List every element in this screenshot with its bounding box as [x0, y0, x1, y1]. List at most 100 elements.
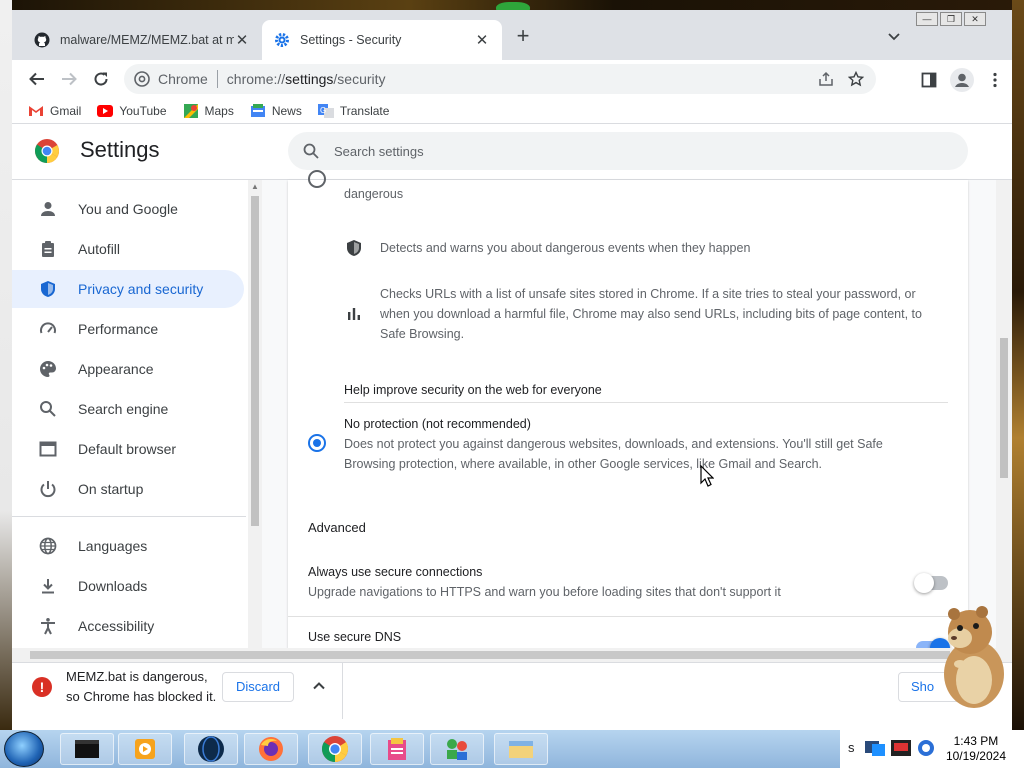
desktop-background-left	[0, 0, 12, 730]
github-icon	[34, 32, 50, 48]
omnibox-url: chrome://settings/security	[226, 71, 386, 87]
clock-date: 10/19/2024	[945, 749, 1006, 763]
divider	[288, 616, 968, 617]
taskbar-app-terminal[interactable]	[60, 733, 114, 765]
profile-avatar-icon[interactable]	[950, 68, 974, 95]
taskbar-app-globe[interactable]	[184, 733, 238, 765]
side-panel-icon[interactable]	[920, 71, 938, 92]
share-icon[interactable]	[818, 71, 834, 90]
power-icon	[38, 479, 58, 499]
taskbar-app-users[interactable]	[430, 733, 484, 765]
nav-on-startup[interactable]: On startup	[12, 470, 244, 508]
horizontal-scrollbar-thumb[interactable]	[30, 651, 950, 659]
gmail-icon	[28, 104, 44, 118]
bookmark-youtube[interactable]: YouTube	[97, 104, 167, 118]
bookmark-translate[interactable]: G Translate	[317, 103, 389, 118]
taskbar-app-firefox[interactable]	[244, 733, 298, 765]
checks-urls-line3: Safe Browsing.	[380, 327, 465, 341]
tray-network-icon[interactable]	[864, 738, 886, 758]
tab-title: Settings - Security	[300, 33, 402, 47]
hamster-image	[938, 604, 1008, 710]
bookmark-gmail[interactable]: Gmail	[28, 104, 81, 118]
news-icon	[250, 103, 266, 118]
back-arrow-icon[interactable]	[26, 68, 48, 90]
tab-search-chevron-icon[interactable]	[886, 28, 902, 44]
taskbar-app-chrome[interactable]	[308, 733, 362, 765]
bookmark-star-icon[interactable]	[847, 70, 865, 90]
taskbar-app-explorer[interactable]	[494, 733, 548, 765]
nav-default-browser[interactable]: Default browser	[12, 430, 244, 468]
secure-connections-toggle[interactable]	[914, 573, 948, 593]
nav-performance[interactable]: Performance	[12, 310, 244, 348]
nav-autofill[interactable]: Autofill	[12, 230, 244, 268]
globe-icon	[38, 536, 58, 556]
menu-dots-icon[interactable]	[986, 71, 1004, 92]
chrome-window: malware/MEMZ/MEMZ.bat at m ✕ Settings - …	[12, 10, 1012, 730]
omnibox-origin: Chrome	[158, 71, 208, 87]
minimize-button[interactable]: —	[916, 12, 938, 26]
settings-page: Settings Search settings You and Google …	[12, 124, 1012, 658]
mouse-cursor-icon	[700, 464, 715, 487]
checks-urls-line1: Checks URLs with a list of unsafe sites …	[380, 287, 916, 301]
gear-icon	[274, 32, 290, 48]
tray-partial-text: s	[848, 740, 855, 755]
search-settings-input[interactable]: Search settings	[288, 132, 968, 170]
standard-protection-radio[interactable]	[308, 170, 326, 188]
settings-content: dangerous Detects and warns you about da…	[262, 170, 1012, 658]
tab-title: malware/MEMZ/MEMZ.bat at m	[60, 33, 234, 47]
secure-connections-desc: Upgrade navigations to HTTPS and warn yo…	[308, 585, 781, 599]
discard-button[interactable]: Discard	[222, 672, 294, 702]
close-tab-icon[interactable]: ✕	[474, 32, 490, 49]
nav-you-and-google[interactable]: You and Google	[12, 190, 244, 228]
system-tray: s 1:43 PM 10/19/2024	[840, 730, 1024, 768]
nav-privacy-and-security[interactable]: Privacy and security	[12, 270, 244, 308]
maximize-button[interactable]: ❐	[940, 12, 962, 26]
taskbar-clock[interactable]: 1:43 PM 10/19/2024	[946, 734, 1006, 764]
nav-appearance[interactable]: Appearance	[12, 350, 244, 388]
accessibility-icon	[38, 616, 58, 636]
no-protection-desc-line1: Does not protect you against dangerous w…	[344, 437, 883, 451]
bookmark-maps[interactable]: Maps	[183, 103, 234, 118]
no-protection-desc-line2: Browsing protection, where available, in…	[344, 457, 823, 471]
chevron-up-icon[interactable]	[310, 677, 328, 695]
nav-languages[interactable]: Languages	[12, 527, 244, 565]
start-button[interactable]	[4, 731, 44, 767]
no-protection-title: No protection (not recommended)	[344, 417, 531, 431]
detects-warns-text: Detects and warns you about dangerous ev…	[380, 241, 751, 255]
close-window-button[interactable]: ✕	[964, 12, 986, 26]
secure-dns-title: Use secure DNS	[308, 630, 402, 644]
nav-search-engine[interactable]: Search engine	[12, 390, 244, 428]
tray-app-icon[interactable]	[890, 738, 912, 758]
nav-accessibility[interactable]: Accessibility	[12, 607, 244, 645]
forward-arrow-icon[interactable]	[58, 68, 80, 90]
address-bar[interactable]: Chrome chrome://settings/security	[124, 64, 876, 94]
sidebar-divider	[12, 516, 246, 517]
divider	[344, 402, 948, 403]
close-tab-icon[interactable]: ✕	[234, 32, 250, 49]
tab-settings-security[interactable]: Settings - Security ✕	[262, 20, 502, 60]
no-protection-radio[interactable]	[308, 434, 326, 452]
scroll-up-arrow-icon[interactable]: ▲	[251, 182, 259, 191]
sidebar-scrollbar[interactable]: ▲	[248, 180, 262, 648]
chrome-site-icon[interactable]	[134, 71, 150, 87]
omnibox-separator	[216, 70, 218, 88]
windows-taskbar: s 1:43 PM 10/19/2024	[0, 730, 1024, 768]
tray-edge-icon[interactable]	[916, 738, 938, 758]
nav-downloads[interactable]: Downloads	[12, 567, 244, 605]
taskbar-app-media[interactable]	[118, 733, 172, 765]
horizontal-scrollbar[interactable]	[12, 648, 1012, 662]
content-scrollbar-thumb[interactable]	[1000, 338, 1008, 478]
settings-sidebar: You and Google Autofill Privacy and secu…	[12, 180, 262, 648]
new-tab-button[interactable]: +	[512, 25, 534, 48]
secure-connections-title: Always use secure connections	[308, 565, 483, 579]
tab-strip: malware/MEMZ/MEMZ.bat at m ✕ Settings - …	[12, 10, 1012, 60]
bookmark-news[interactable]: News	[250, 103, 302, 118]
partial-text: dangerous	[344, 187, 404, 201]
shield-icon	[38, 279, 58, 299]
content-scrollbar[interactable]	[996, 180, 1012, 648]
taskbar-app-installer[interactable]	[370, 733, 424, 765]
sidebar-scrollbar-thumb[interactable]	[251, 196, 259, 526]
bookmarks-bar: Gmail YouTube Maps News G Translate	[12, 98, 1012, 124]
tab-github[interactable]: malware/MEMZ/MEMZ.bat at m ✕	[22, 20, 262, 60]
reload-icon[interactable]	[90, 68, 112, 90]
